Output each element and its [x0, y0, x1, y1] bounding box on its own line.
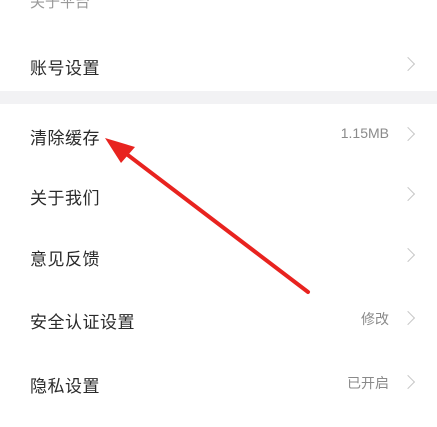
chevron-right-icon [400, 126, 416, 142]
settings-screen: 关于平台 账号设置 清除缓存 1.15MB 关于我们 意见反馈 安全认证设置 修… [0, 0, 437, 427]
cache-size-value: 1.15MB [340, 125, 389, 141]
chevron-right-icon [400, 186, 416, 202]
settings-item-label: 关于我们 [30, 189, 100, 209]
chevron-right-icon [400, 247, 416, 263]
security-status-value: 修改 [361, 311, 389, 327]
chevron-right-icon [400, 374, 416, 390]
settings-item-label: 隐私设置 [30, 377, 100, 397]
privacy-status-value: 已开启 [347, 375, 389, 391]
settings-item-label: 账号设置 [30, 59, 100, 79]
settings-item-security[interactable]: 安全认证设置 修改 [0, 300, 437, 340]
settings-item-privacy[interactable]: 隐私设置 已开启 [0, 364, 437, 404]
settings-item-about[interactable]: 关于我们 [0, 176, 437, 216]
settings-item-label: 意见反馈 [30, 250, 100, 270]
settings-item-feedback[interactable]: 意见反馈 [0, 237, 437, 277]
settings-item-label: 清除缓存 [30, 129, 100, 149]
settings-item-clear-cache[interactable]: 清除缓存 1.15MB [0, 116, 437, 156]
section-separator [0, 91, 437, 104]
settings-item-label: 安全认证设置 [30, 313, 135, 333]
chevron-right-icon [400, 56, 416, 72]
settings-item-account[interactable]: 账号设置 [0, 46, 437, 86]
top-partial-text: 关于平台 [30, 0, 91, 11]
chevron-right-icon [400, 310, 416, 326]
